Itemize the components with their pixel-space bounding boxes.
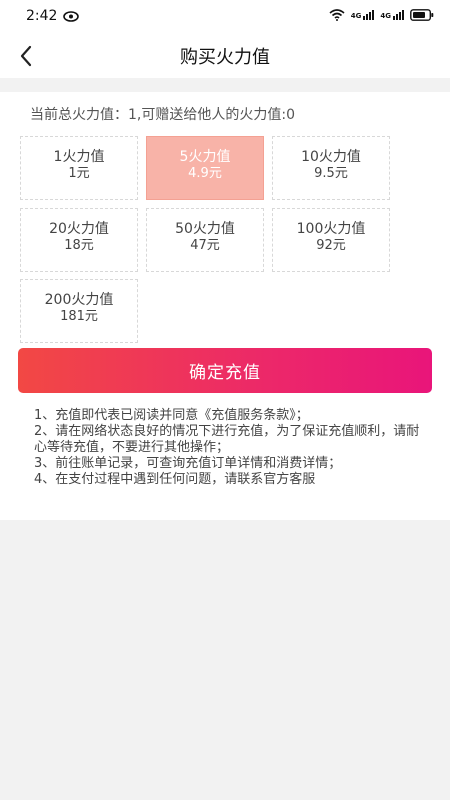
option-price: 4.9元 (188, 166, 222, 181)
signal-label: 4G (350, 12, 362, 20)
recharge-option[interactable]: 20火力值 18元 (20, 208, 138, 272)
option-price: 1元 (68, 166, 90, 181)
cellular-signal-icon: 4G (351, 10, 375, 20)
option-amount: 200火力值 (44, 292, 114, 308)
balance-summary: 当前总火力值：1,可赠送给他人的火力值:0 (30, 107, 295, 123)
option-amount: 100火力值 (296, 221, 366, 237)
note-item: 2、请在网络状态良好的情况下进行充值，为了保证充值顺利，请耐心等待充值，不要进行… (34, 424, 420, 455)
nav-bar: 购买火力值 (0, 34, 450, 78)
recharge-option[interactable]: 100火力值 92元 (272, 208, 390, 272)
option-amount: 20火力值 (49, 221, 109, 237)
option-price: 18元 (64, 238, 94, 253)
option-price: 92元 (316, 238, 346, 253)
recharge-notes: 1、充值即代表已阅读并同意《充值服务条款》； 2、请在网络状态良好的情况下进行充… (34, 408, 424, 488)
confirm-recharge-button[interactable]: 确定充值 (18, 348, 432, 393)
recharge-option[interactable]: 10火力值 9.5元 (272, 136, 390, 200)
recharge-option-selected[interactable]: 5火力值 4.9元 (146, 136, 264, 200)
status-time: 2:42 (26, 8, 58, 24)
option-amount: 1火力值 (53, 149, 105, 165)
battery-icon (410, 9, 434, 21)
option-amount: 50火力值 (175, 221, 235, 237)
cellular-signal-icon: 4G (380, 10, 404, 20)
recharge-option[interactable]: 200火力值 181元 (20, 279, 138, 343)
recharge-option[interactable]: 1火力值 1元 (20, 136, 138, 200)
status-bar: 2:42 4G 4G (0, 0, 450, 34)
note-item: 3、前往账单记录，可查询充值订单详情和消费详情； (34, 456, 342, 471)
option-price: 181元 (60, 309, 98, 324)
signal-label: 4G (380, 12, 391, 20)
recharge-option[interactable]: 50火力值 47元 (146, 208, 264, 272)
option-price: 47元 (190, 238, 220, 253)
note-item: 4、在支付过程中遇到任何问题，请联系官方客服 (34, 472, 316, 487)
recharge-panel: 当前总火力值：1,可赠送给他人的火力值:0 1火力值 1元 5火力值 4.9元 … (0, 92, 450, 520)
option-price: 9.5元 (314, 166, 348, 181)
wifi-icon (329, 9, 345, 21)
option-amount: 5火力值 (179, 149, 231, 165)
eye-icon (63, 11, 79, 22)
option-amount: 10火力值 (301, 149, 361, 165)
page-title: 购买火力值 (180, 47, 270, 68)
note-item: 1、充值即代表已阅读并同意《充值服务条款》； (34, 408, 309, 423)
